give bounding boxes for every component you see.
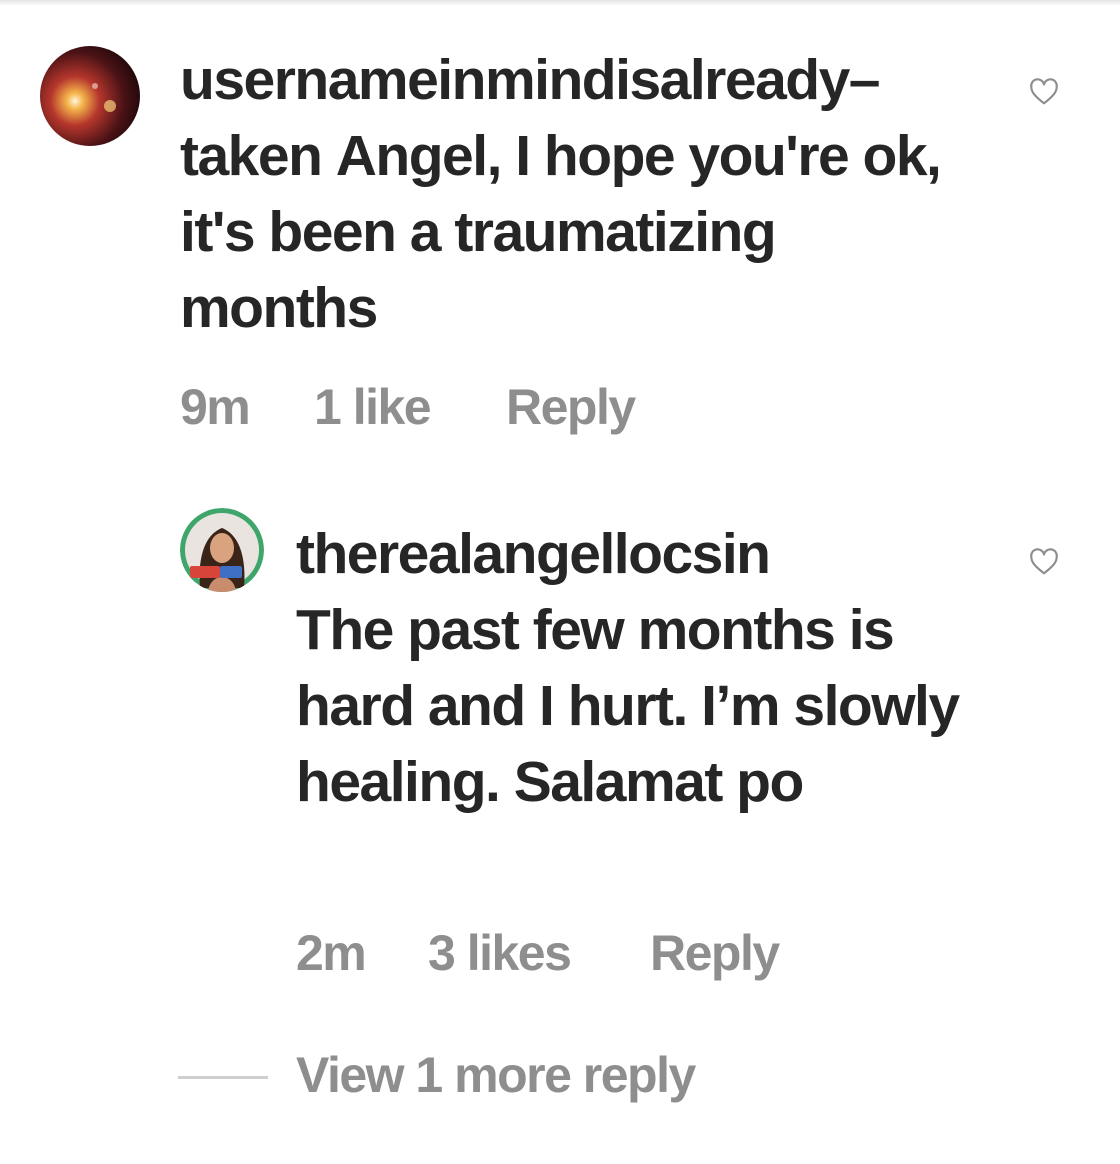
commenter-avatar[interactable] [40,46,140,146]
like-heart-icon[interactable] [1028,76,1060,108]
thread-line [178,1076,268,1079]
reply-timestamp: 2m [296,925,367,981]
comment-timestamp: 9m [180,379,251,435]
reply-body: The past few months is hard and I hurt. … [296,598,960,814]
comment-1: usernameinmindisalready–taken Angel, I h… [180,42,980,346]
comment-2: therealangellocsin The past few months is… [296,516,1016,820]
reply-username[interactable]: therealangellocsin [296,522,771,586]
view-more-replies-label: View 1 more reply [296,1047,696,1103]
top-edge-divider [0,0,1120,6]
comment-meta: 9m 1 like Reply [180,378,780,438]
comment-like-count[interactable]: 1 like [314,378,432,436]
reply-meta: 2m 3 likes Reply [296,924,896,984]
view-more-replies-button[interactable]: View 1 more reply [178,1046,878,1110]
reply-like-count[interactable]: 3 likes [428,924,572,982]
reply-button[interactable]: Reply [506,378,636,436]
like-heart-icon[interactable] [1028,546,1060,578]
reply-avatar[interactable] [180,508,264,592]
reply-button[interactable]: Reply [650,924,780,982]
